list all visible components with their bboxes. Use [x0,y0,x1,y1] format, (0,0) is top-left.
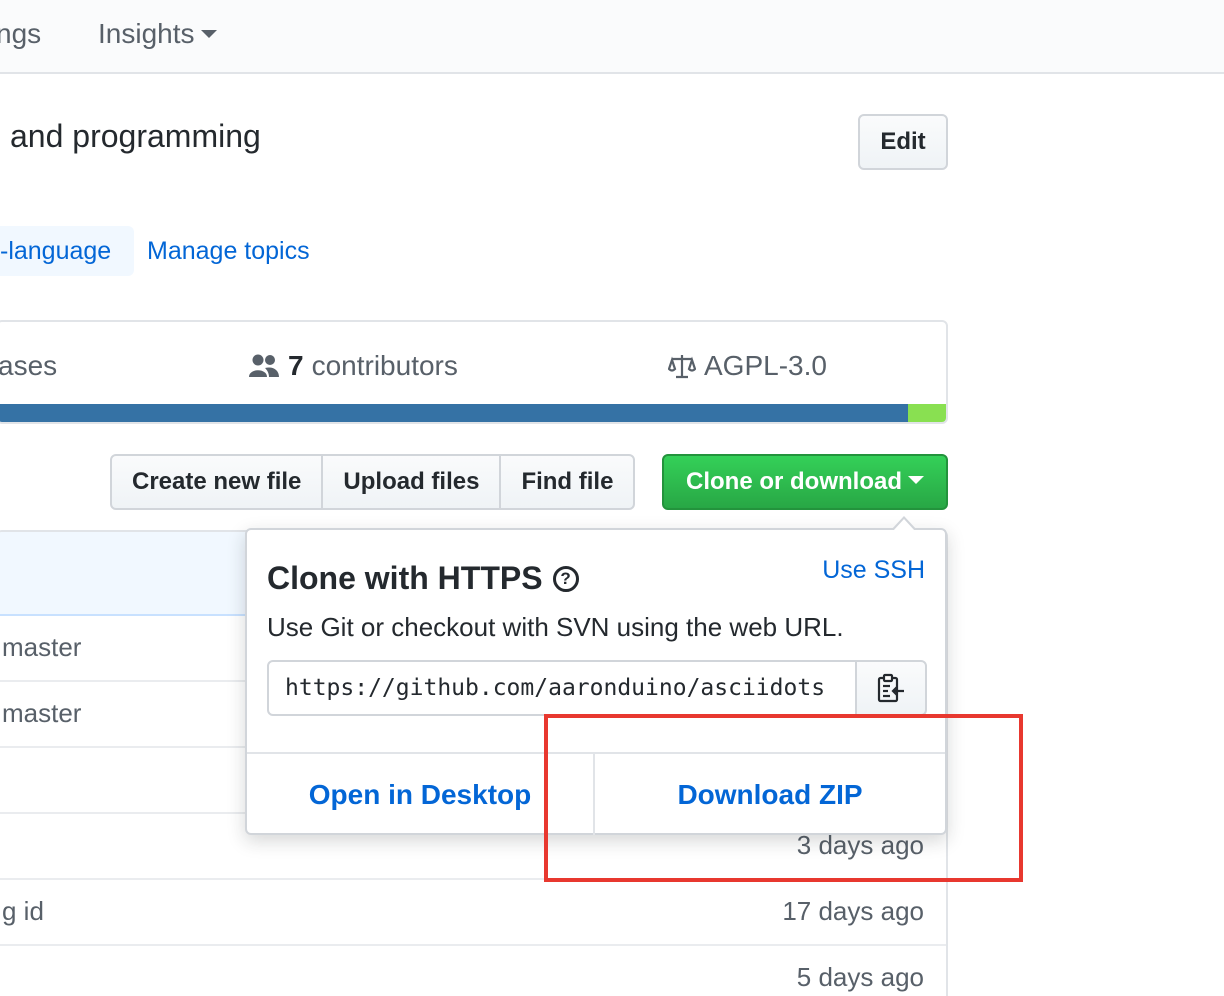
releases-stat[interactable]: ases [0,350,57,382]
topic-tag[interactable]: -language [0,226,134,276]
highlight-box [544,714,1023,882]
language-segment-secondary [908,404,946,422]
row-age: 17 days ago [782,896,924,926]
people-icon [248,353,280,379]
language-segment-primary [0,404,908,422]
tab-insights-label: Insights [98,18,195,49]
tab-settings[interactable]: ngs [0,18,41,50]
clone-subtitle: Use Git or checkout with SVN using the w… [267,612,844,642]
license-label: AGPL-3.0 [704,350,827,381]
law-icon [668,352,696,380]
contributors-stat[interactable]: 7 contributors [248,350,458,382]
releases-label: ases [0,350,58,381]
question-icon[interactable]: ? [552,565,579,592]
find-file-button[interactable]: Find file [499,454,636,510]
language-bar [0,404,946,422]
use-ssh-link[interactable]: Use SSH [822,556,925,585]
clone-url-input[interactable]: https://github.com/aaronduino/asciidots [267,660,857,716]
clone-title-text: Clone with HTTPS [267,560,543,596]
copy-to-clipboard-button[interactable] [855,660,927,716]
table-row[interactable]: g id 17 days ago [0,880,946,946]
table-row[interactable]: 5 days ago [0,946,946,996]
clone-or-download-button[interactable]: Clone or download [662,454,948,510]
repo-description: and programming [10,118,261,154]
repo-nav: ngs Insights [0,0,1224,74]
chevron-down-icon [908,476,924,484]
open-in-desktop-button[interactable]: Open in Desktop [247,754,595,835]
upload-files-button[interactable]: Upload files [321,454,502,510]
license-stat[interactable]: AGPL-3.0 [668,350,827,382]
manage-topics-link[interactable]: Manage topics [147,237,310,266]
clone-title: Clone with HTTPS ? [267,560,579,597]
row-age: 5 days ago [796,962,924,992]
chevron-down-icon [200,29,217,38]
row-text: master [2,632,82,662]
contributors-label: contributors [311,350,458,381]
row-text: g id [2,896,44,926]
create-new-file-button[interactable]: Create new file [110,454,324,510]
clipboard-icon [876,672,906,704]
dropdown-caret [891,516,917,531]
edit-button[interactable]: Edit [858,114,948,170]
row-text: master [2,698,82,728]
file-actions: Create new file Upload files Find file [110,454,636,510]
repo-stats: ases 7 contributors AGPL-3.0 [0,320,948,424]
clone-or-download-label: Clone or download [686,468,902,495]
tab-insights[interactable]: Insights [98,18,217,50]
contributors-count: 7 [288,350,304,381]
clone-url-group: https://github.com/aaronduino/asciidots [267,660,927,716]
